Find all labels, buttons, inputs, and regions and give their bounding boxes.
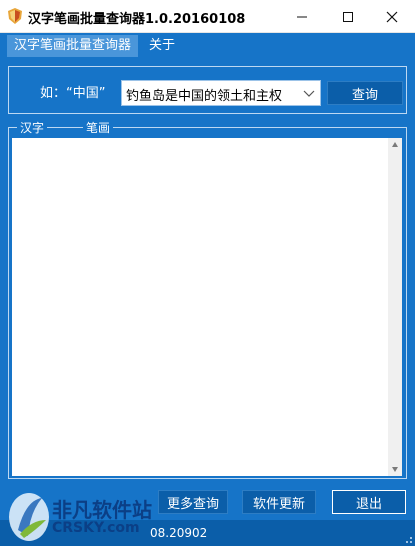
maximize-icon <box>343 11 353 22</box>
vertical-scrollbar[interactable] <box>388 138 402 476</box>
software-update-button[interactable]: 软件更新 <box>242 490 316 514</box>
select-value: 钓鱼岛是中国的领土和主权 <box>126 89 283 104</box>
text-select[interactable]: 钓鱼岛是中国的领土和主权 <box>121 80 321 106</box>
main-panel: 汉字笔画批量查询器 关于 如：“中国” 钓鱼岛是中国的领土和主权 查询 汉字 笔… <box>0 33 415 546</box>
close-icon <box>386 11 398 22</box>
minimize-icon <box>297 16 307 17</box>
menu-item-about[interactable]: 关于 <box>142 35 182 57</box>
column-header-strokes: 笔画 <box>83 119 114 136</box>
resize-grip-icon[interactable] <box>403 534 413 544</box>
title-bar: 汉字笔画批量查询器1.0.20160108 <box>0 0 415 33</box>
query-panel: 如：“中国” 钓鱼岛是中国的领土和主权 查询 <box>8 66 407 114</box>
watermark-brand: 非凡软件站 <box>52 498 152 522</box>
watermark-sub: CRSKY.com <box>52 520 140 536</box>
maximize-button[interactable] <box>325 0 371 33</box>
results-list[interactable] <box>12 138 402 476</box>
scroll-down-icon[interactable] <box>391 465 399 473</box>
app-icon <box>8 8 22 24</box>
window-title: 汉字笔画批量查询器1.0.20160108 <box>28 12 246 27</box>
example-label: 如：“中国” <box>40 86 106 101</box>
watermark-logo: 非凡软件站 CRSKY.com <box>0 488 160 546</box>
exit-button[interactable]: 退出 <box>332 490 406 514</box>
chevron-down-icon <box>303 90 315 97</box>
close-button[interactable] <box>369 0 415 33</box>
minimize-button[interactable] <box>279 0 325 33</box>
scroll-up-icon[interactable] <box>391 141 399 149</box>
results-group: 汉字 笔画 <box>8 119 407 479</box>
logo-icon <box>9 493 49 541</box>
query-button[interactable]: 查询 <box>327 81 403 105</box>
column-header-char: 汉字 <box>17 119 48 136</box>
more-query-button[interactable]: 更多查询 <box>158 490 228 514</box>
menu-bar: 汉字笔画批量查询器 关于 <box>0 33 415 59</box>
menu-item-main[interactable]: 汉字笔画批量查询器 <box>7 35 139 57</box>
